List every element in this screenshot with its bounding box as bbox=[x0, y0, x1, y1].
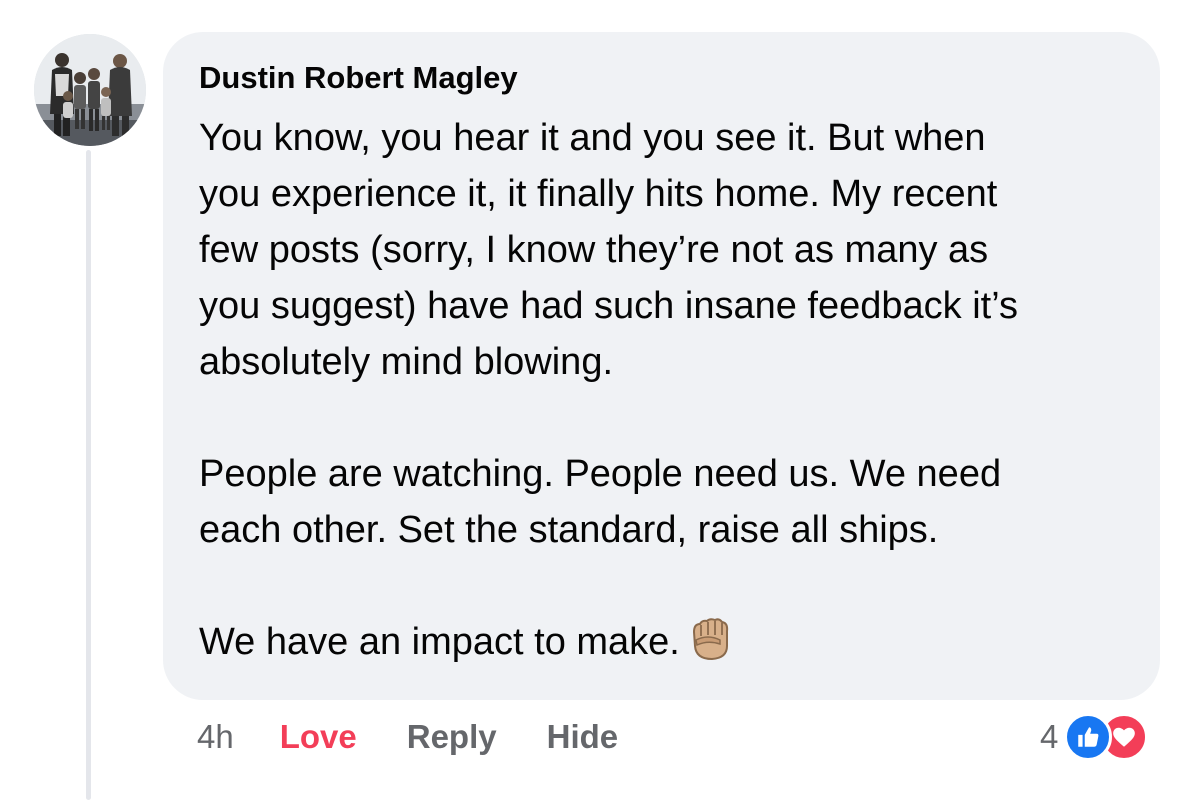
comment-line: People are watching. People need us. We … bbox=[199, 453, 1002, 495]
reaction-summary[interactable]: 4 bbox=[1040, 712, 1149, 762]
comment-paragraph: We have an impact to make. bbox=[199, 614, 1124, 678]
raised-fist-icon bbox=[688, 616, 732, 678]
comment-paragraph: People are watching. People need us. We … bbox=[199, 446, 1124, 558]
comment-line: few posts (sorry, I know they’re not as … bbox=[199, 229, 989, 271]
thread-line bbox=[86, 150, 91, 800]
comment-author[interactable]: Dustin Robert Magley bbox=[199, 58, 518, 98]
comment-actions: 4h Love Reply Hide bbox=[197, 715, 668, 759]
comment-line: each other. Set the standard, raise all … bbox=[199, 509, 939, 551]
reaction-count: 4 bbox=[1040, 718, 1059, 755]
comment-line: you suggest) have had such insane feedba… bbox=[199, 285, 1018, 327]
hide-button[interactable]: Hide bbox=[547, 718, 619, 756]
comment-paragraph: You know, you hear it and you see it. Bu… bbox=[199, 110, 1124, 390]
comment-timestamp[interactable]: 4h bbox=[197, 718, 234, 756]
avatar-photo bbox=[34, 34, 146, 146]
like-icon bbox=[1064, 713, 1113, 761]
comment-line: absolutely mind blowing. bbox=[199, 341, 614, 383]
love-button[interactable]: Love bbox=[280, 718, 357, 756]
comment-line: We have an impact to make. bbox=[199, 621, 680, 663]
comment-line: you experience it, it finally hits home.… bbox=[199, 173, 998, 215]
reply-button[interactable]: Reply bbox=[407, 718, 497, 756]
avatar[interactable] bbox=[34, 34, 146, 146]
comment-bubble: Dustin Robert Magley You know, you hear … bbox=[163, 32, 1160, 700]
comment-line: You know, you hear it and you see it. Bu… bbox=[199, 117, 986, 159]
